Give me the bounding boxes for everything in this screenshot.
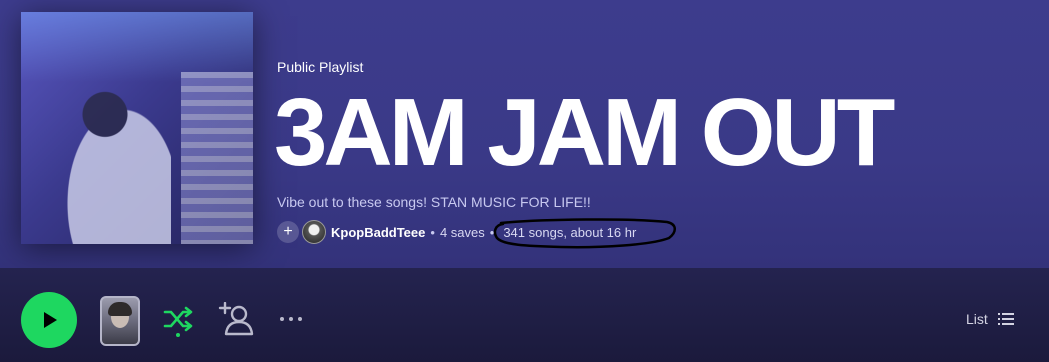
more-icon (289, 317, 293, 321)
preview-track-thumbnail[interactable] (100, 296, 140, 346)
view-toggle-button[interactable]: List (966, 311, 1014, 327)
playlist-description: Vibe out to these songs! STAN MUSIC FOR … (277, 194, 591, 210)
plus-icon: + (283, 223, 293, 240)
playlist-cover[interactable] (21, 12, 253, 244)
play-icon (44, 312, 57, 328)
add-collaborator-button[interactable]: + (277, 221, 299, 243)
thumbnail-hair (108, 302, 132, 316)
add-user-icon (218, 301, 254, 336)
play-button[interactable] (21, 292, 77, 348)
meta-separator: • (430, 224, 435, 240)
view-label: List (966, 311, 988, 327)
duration-annotation: 341 songs, about 16 hr (494, 217, 677, 248)
shuffle-button[interactable] (162, 304, 196, 343)
list-icon (997, 313, 1014, 325)
saves-count: 4 saves (439, 224, 485, 240)
follow-button[interactable] (218, 301, 254, 341)
playlist-title[interactable]: 3AM JAM OUT (274, 78, 895, 188)
playlist-header: Public Playlist 3AM JAM OUT Vibe out to … (0, 0, 1049, 268)
more-options-button[interactable] (274, 306, 308, 332)
action-bar: List (0, 268, 1049, 362)
owner-avatar[interactable] (302, 220, 326, 244)
playlist-meta: + KpopBaddTeee • 4 saves • 341 songs, ab… (277, 217, 677, 248)
playlist-type-label: Public Playlist (277, 59, 364, 75)
more-icon (298, 317, 302, 321)
shuffle-icon (163, 306, 193, 337)
cover-wall (181, 72, 253, 244)
more-icon (280, 317, 284, 321)
hand-drawn-circle (494, 217, 677, 248)
cover-person (51, 82, 171, 244)
owner-link[interactable]: KpopBaddTeee (331, 225, 425, 240)
